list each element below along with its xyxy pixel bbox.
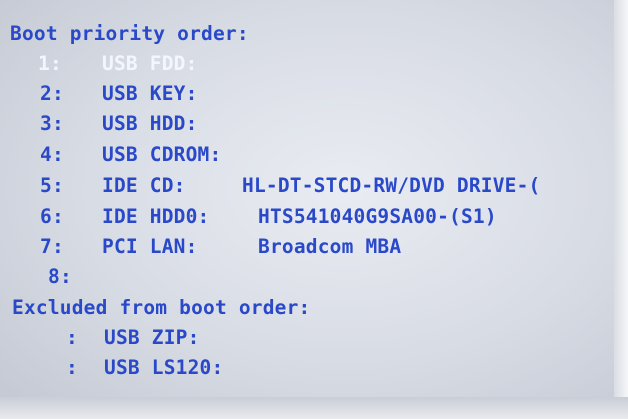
- monitor-bezel-bottom: [0, 397, 628, 419]
- excluded-item-device: USB ZIP:: [104, 326, 200, 349]
- boot-item-3[interactable]: 3: USB HDD:: [0, 110, 628, 138]
- boot-item-description: Broadcom MBA: [258, 235, 402, 258]
- excluded-item-device: USB LS120:: [104, 356, 224, 379]
- boot-item-7[interactable]: 7: PCI LAN: Broadcom MBA: [0, 233, 628, 261]
- boot-item-6[interactable]: 6: IDE HDD0: HTS541040G9SA00-(S1): [0, 203, 628, 231]
- monitor-bezel-right: [614, 0, 628, 419]
- boot-item-device: IDE HDD0:: [102, 205, 210, 228]
- excluded-item-2[interactable]: : USB LS120:: [0, 354, 628, 382]
- boot-item-index: 6:: [40, 205, 64, 228]
- excluded-item-1[interactable]: : USB ZIP:: [0, 324, 628, 352]
- boot-item-4[interactable]: 4: USB CDROM:: [0, 141, 628, 169]
- boot-item-8[interactable]: 8:: [0, 263, 628, 291]
- boot-item-device: PCI LAN:: [102, 235, 198, 258]
- boot-item-description: HL-DT-STCD-RW/DVD DRIVE-(: [242, 174, 541, 197]
- boot-item-device: USB HDD:: [102, 112, 198, 135]
- boot-item-5[interactable]: 5: IDE CD: HL-DT-STCD-RW/DVD DRIVE-(: [0, 172, 628, 200]
- boot-item-2[interactable]: 2: USB KEY:: [0, 80, 628, 108]
- excluded-heading: Excluded from boot order:: [12, 296, 311, 319]
- excluded-item-index: :: [66, 356, 78, 379]
- boot-item-description: HTS541040G9SA00-(S1): [258, 205, 497, 228]
- boot-priority-heading: Boot priority order:: [10, 22, 249, 45]
- boot-item-index: 5:: [40, 174, 64, 197]
- boot-item-device: USB CDROM:: [102, 143, 222, 166]
- boot-item-index: 8:: [48, 265, 72, 288]
- boot-item-device: USB KEY:: [102, 82, 198, 105]
- boot-item-index: 7:: [40, 235, 64, 258]
- boot-item-index: 1:: [38, 52, 62, 75]
- boot-item-device: IDE CD:: [102, 174, 186, 197]
- boot-item-index: 2:: [40, 82, 64, 105]
- boot-item-index: 4:: [40, 143, 64, 166]
- bios-screen: Boot priority order: 1: USB FDD: 2: USB …: [0, 0, 628, 419]
- excluded-item-index: :: [66, 326, 78, 349]
- boot-item-1[interactable]: 1: USB FDD:: [0, 50, 628, 78]
- boot-item-index: 3:: [40, 112, 64, 135]
- boot-item-device: USB FDD:: [102, 52, 198, 75]
